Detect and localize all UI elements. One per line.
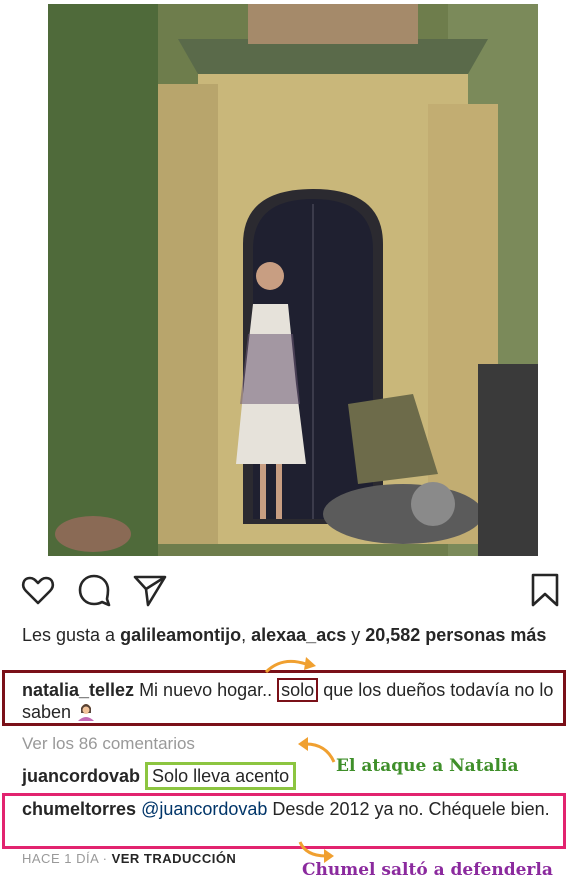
mention-link[interactable]: @juancordovab xyxy=(141,799,267,819)
caption-username[interactable]: natalia_tellez xyxy=(22,680,134,700)
likes-line: Les gusta a galileamontijo, alexaa_acs y… xyxy=(22,624,562,646)
comment-text-highlighted: Solo lleva acento xyxy=(145,762,297,790)
likes-count-link[interactable]: 20,582 personas más xyxy=(365,625,546,645)
comment-username[interactable]: juancordovab xyxy=(22,766,140,786)
meta-separator: · xyxy=(98,851,112,866)
translate-link[interactable]: VER TRADUCCIÓN xyxy=(112,851,237,866)
photo-illustration xyxy=(48,4,538,556)
liker-separator: , xyxy=(241,625,252,645)
comment-2: chumeltorres @juancordovab Desde 2012 ya… xyxy=(22,798,562,820)
comment-icon[interactable] xyxy=(76,572,112,608)
post-photo xyxy=(48,4,538,556)
view-all-comments-link[interactable]: Ver los 86 comentarios xyxy=(22,734,195,754)
action-bar xyxy=(0,568,576,612)
arrow-to-highlight xyxy=(264,657,316,674)
post-time: HACE 1 DÍA xyxy=(22,851,99,866)
share-icon[interactable] xyxy=(132,572,168,608)
woman-shrugging-emoji xyxy=(76,701,96,721)
caption-text-start: Mi nuevo hogar.. xyxy=(134,680,278,700)
annotation-attack: El ataque a Natalia xyxy=(336,756,519,776)
likes-prefix: Les gusta a xyxy=(22,625,121,645)
liker-link[interactable]: alexaa_acs xyxy=(251,625,346,645)
comment-username[interactable]: chumeltorres xyxy=(22,799,136,819)
likes-and: y xyxy=(346,625,366,645)
caption: natalia_tellez Mi nuevo hogar.. solo que… xyxy=(22,678,562,723)
liker-link[interactable]: galileamontijo xyxy=(120,625,241,645)
post-meta: HACE 1 DÍA · VER TRADUCCIÓN xyxy=(22,851,236,866)
comment-1: juancordovab Solo lleva acento xyxy=(22,762,297,790)
comment-text: Desde 2012 ya no. Chéquele bien. xyxy=(267,799,550,819)
bookmark-icon[interactable] xyxy=(527,572,563,608)
arrow-to-comment xyxy=(298,737,336,763)
annotation-defense: Chumel saltó a defenderla xyxy=(302,860,553,880)
heart-icon[interactable] xyxy=(20,572,56,608)
